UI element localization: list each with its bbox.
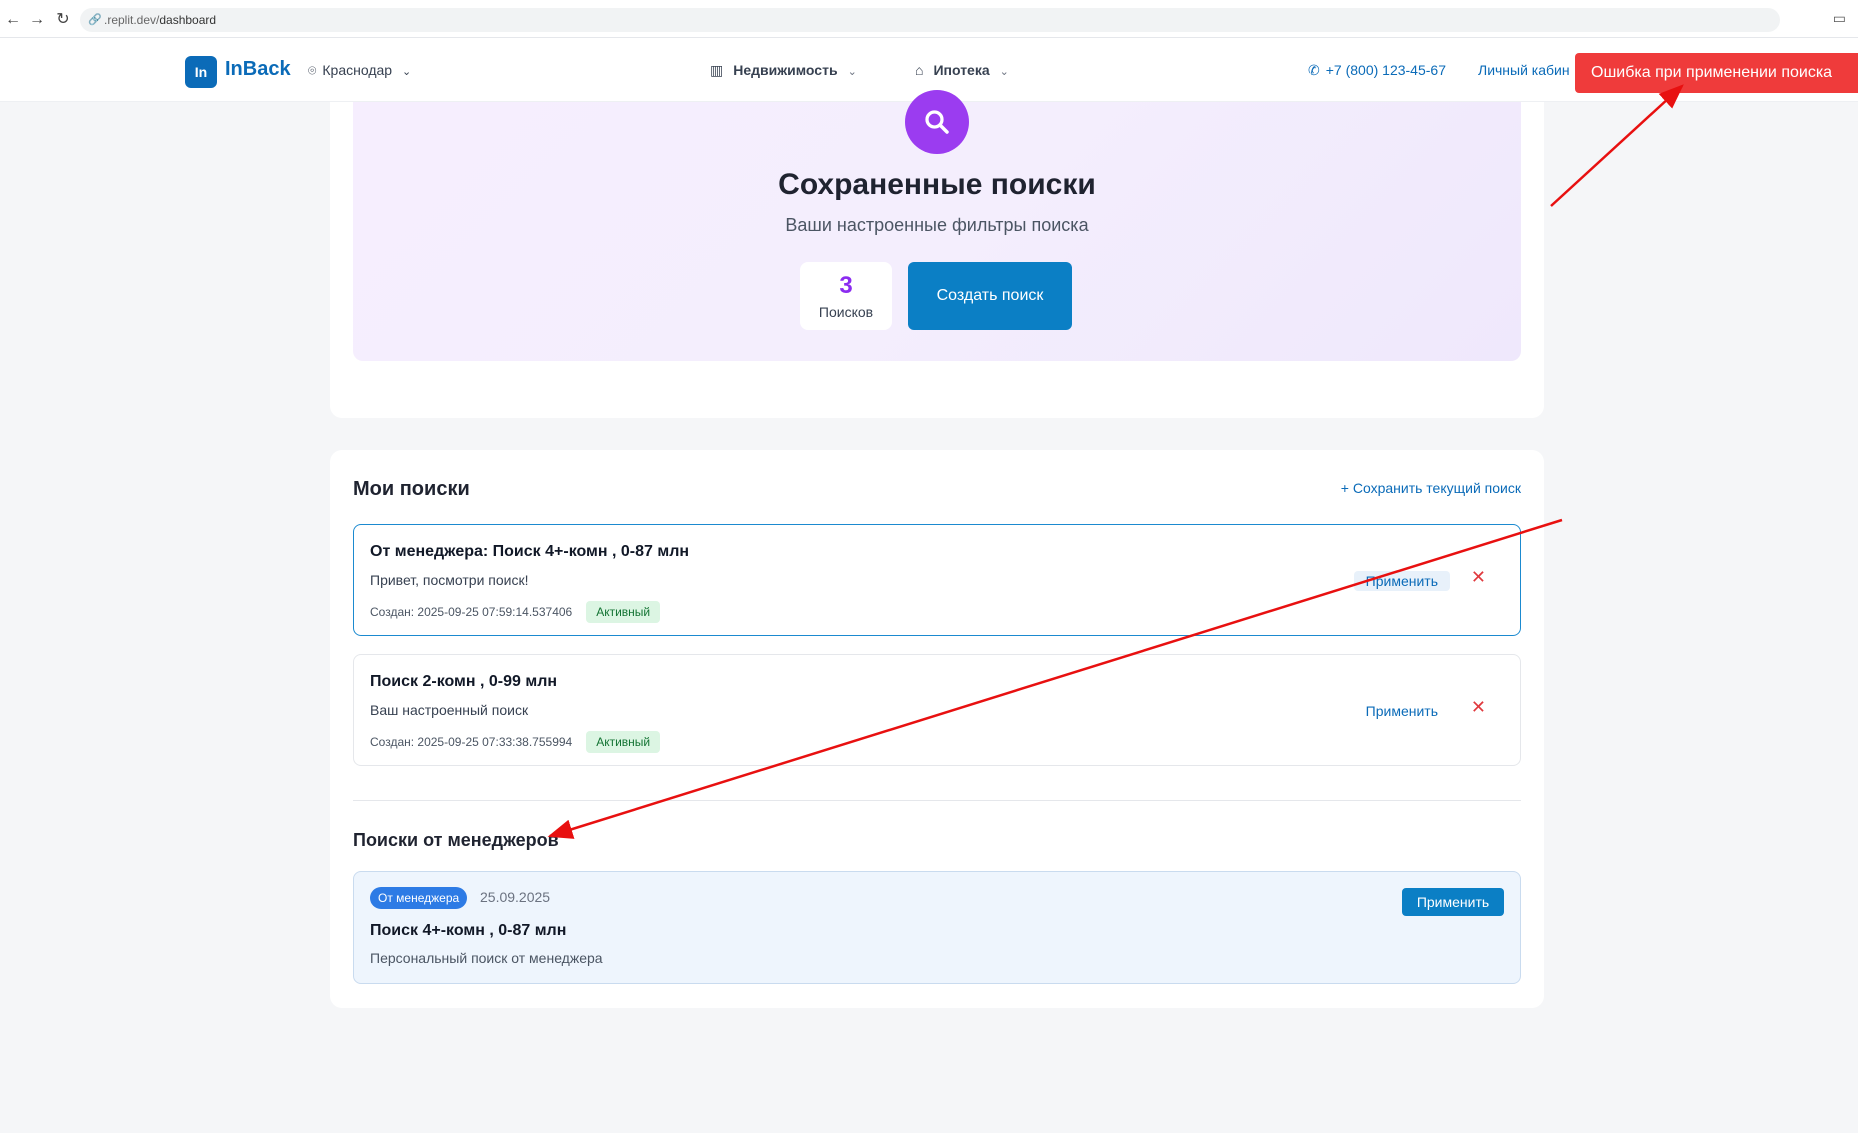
searches-count: 3	[839, 272, 853, 299]
hero-banner: Сохраненные поиски Ваши настроенные филь…	[353, 90, 1521, 361]
phone-icon: ✆	[1308, 62, 1320, 78]
list-item: Поиск 2-комн , 0-99 млн Ваш настроенный …	[353, 654, 1521, 766]
created-date: Создан: 2025-09-25 07:33:38.755994	[370, 735, 573, 749]
cast-icon[interactable]: ▭	[1833, 10, 1846, 27]
menu-realty-label: Недвижимость	[733, 62, 838, 78]
chevron-down-icon: ⌄	[401, 66, 412, 78]
manager-search-title: Поиск 4+-комн , 0-87 млн	[370, 922, 567, 939]
arrow-to-toast	[1550, 84, 1684, 207]
page-subtitle: Ваши настроенные фильтры поиска	[785, 215, 1089, 235]
created-date: Создан: 2025-09-25 07:59:14.537406	[370, 605, 573, 619]
url-path: dashboard	[159, 13, 217, 27]
status-badge: Активный	[586, 731, 661, 753]
status-badge: Активный	[586, 601, 661, 623]
map-pin-icon: ⌾	[308, 62, 317, 78]
building-icon: ▥	[710, 62, 724, 78]
browser-toolbar: ← → ↻ 🔗 .replit.dev/dashboard ▭	[0, 0, 1858, 38]
url-domain: .replit.dev/	[104, 13, 160, 27]
city-label: Краснодар	[322, 62, 393, 78]
phone-link[interactable]: ✆ +7 (800) 123-45-67	[1308, 62, 1446, 79]
logo-mark[interactable]: In	[185, 56, 217, 88]
manager-apply-button[interactable]: Применить	[1402, 888, 1504, 916]
city-selector[interactable]: ⌾ Краснодар ⌄	[308, 62, 411, 79]
create-search-button[interactable]: Создать поиск	[908, 262, 1072, 330]
search-description: Привет, посмотри поиск!	[370, 572, 529, 588]
reload-icon[interactable]: ↻	[54, 11, 72, 29]
searches-count-box: 3 Поисков	[800, 262, 892, 330]
divider	[353, 800, 1521, 801]
chevron-down-icon: ⌄	[847, 66, 857, 78]
save-current-search-link[interactable]: + Сохранить текущий поиск	[1341, 480, 1521, 496]
error-toast: Ошибка при применении поиска	[1575, 53, 1858, 93]
manager-search-card: От менеджера 25.09.2025 Поиск 4+-комн , …	[353, 871, 1521, 984]
page-title: Сохраненные поиски	[778, 168, 1096, 201]
saved-searches-header-card: Сохраненные поиски Ваши настроенные филь…	[330, 90, 1544, 418]
manager-searches-title: Поиски от менеджеров	[353, 830, 559, 850]
logo-text[interactable]: InBack	[225, 58, 291, 81]
menu-mortgage[interactable]: ⌂ Ипотека ⌄	[915, 62, 1009, 78]
search-meta: Создан: 2025-09-25 07:33:38.755994 Активн…	[370, 731, 661, 753]
delete-icon[interactable]: ✕	[1471, 697, 1486, 718]
cabinet-link[interactable]: Личный кабин	[1478, 62, 1570, 78]
forward-icon[interactable]: →	[28, 11, 46, 29]
search-meta: Создан: 2025-09-25 07:59:14.537406 Активн…	[370, 601, 661, 623]
my-searches-title: Мои поиски	[353, 478, 470, 500]
chevron-down-icon: ⌄	[999, 66, 1009, 78]
phone-number: +7 (800) 123-45-67	[1325, 62, 1446, 78]
search-description: Ваш настроенный поиск	[370, 702, 529, 718]
manager-search-description: Персональный поиск от менеджера	[370, 950, 603, 966]
menu-mortgage-label: Ипотека	[933, 62, 990, 78]
menu-realty[interactable]: ▥ Недвижимость ⌄	[710, 62, 857, 79]
home-icon: ⌂	[915, 62, 924, 78]
apply-button[interactable]: Применить	[1353, 571, 1450, 591]
manager-search-date: 25.09.2025	[480, 889, 551, 905]
search-icon	[905, 90, 969, 154]
back-icon[interactable]: ←	[4, 11, 22, 29]
searches-count-label: Поисков	[818, 304, 874, 320]
link-icon: 🔗	[88, 14, 102, 26]
search-title: От менеджера: Поиск 4+-комн , 0-87 млн	[370, 543, 690, 560]
my-searches-card: Мои поиски + Сохранить текущий поиск От …	[330, 450, 1544, 1008]
apply-button[interactable]: Применить	[1354, 701, 1450, 721]
search-title: Поиск 2-комн , 0-99 млн	[370, 673, 558, 690]
manager-badge: От менеджера	[370, 887, 468, 909]
delete-icon[interactable]: ✕	[1471, 567, 1486, 588]
address-bar[interactable]: 🔗 .replit.dev/dashboard	[80, 8, 1780, 32]
list-item: От менеджера: Поиск 4+-комн , 0-87 млн П…	[353, 524, 1521, 636]
